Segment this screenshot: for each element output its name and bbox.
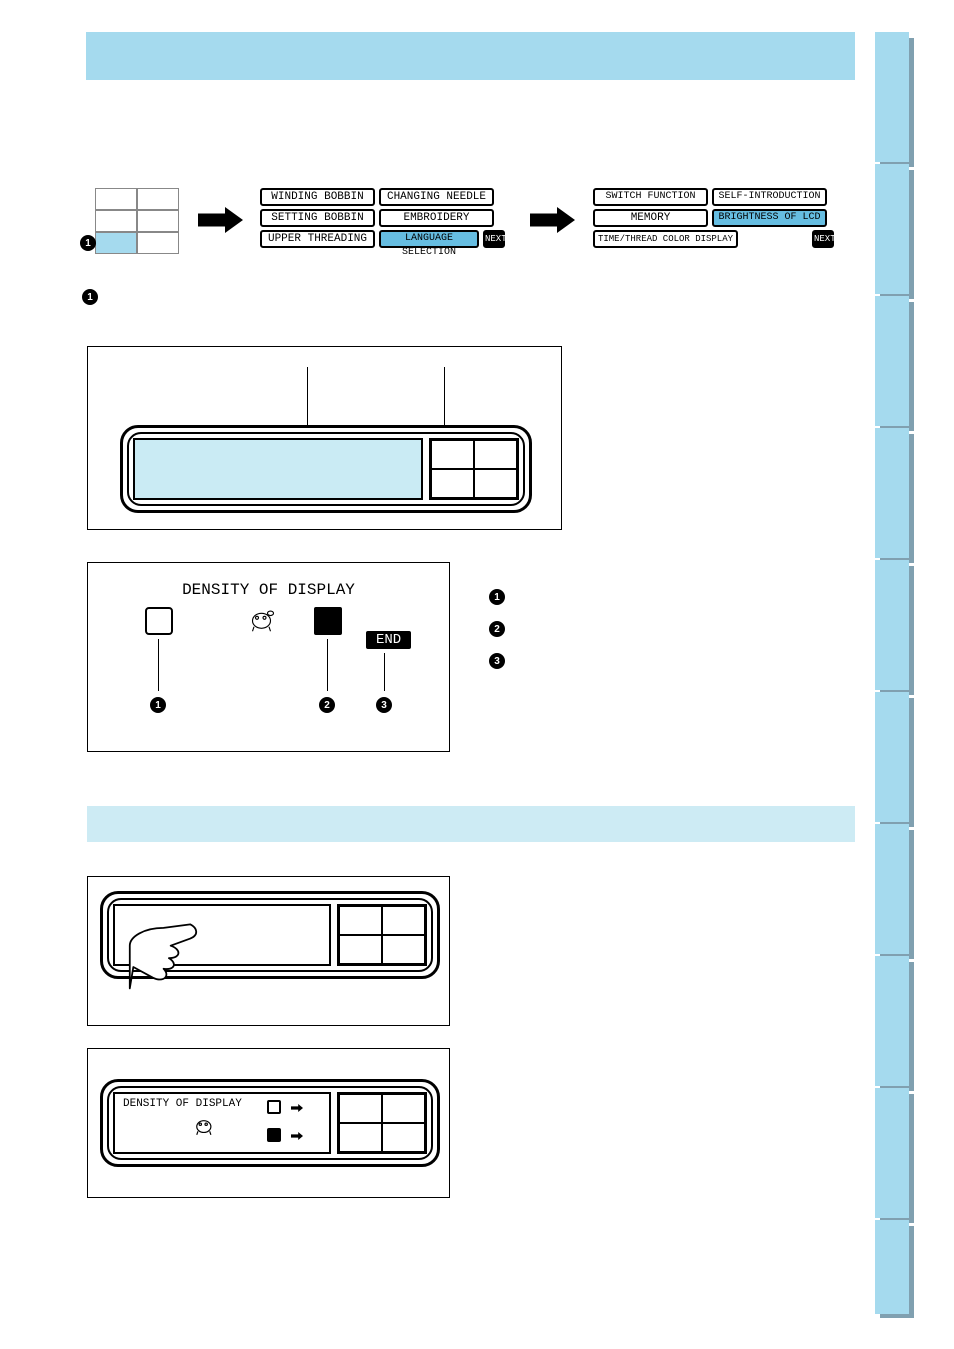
density-title-small: DENSITY OF DISPLAY: [123, 1098, 242, 1110]
menu-item[interactable]: SETTING BOBBIN: [260, 209, 375, 227]
note-bullet-1: 1: [82, 289, 98, 305]
menu-item-selected[interactable]: BRIGHTNESS OF LCD: [712, 209, 827, 227]
hippo-icon: [248, 607, 278, 633]
side-tab-2: [875, 164, 909, 294]
legend-bullet-1: 1: [489, 589, 505, 605]
menu-item[interactable]: MEMORY: [593, 209, 708, 227]
menu-item[interactable]: TIME/THREAD COLOR DISPLAY: [593, 230, 738, 248]
lcd-device: DENSITY OF DISPLAY: [100, 1079, 440, 1167]
brightness-increase-button[interactable]: [314, 607, 342, 635]
keypad-icon: [95, 188, 179, 256]
side-tab-7: [875, 824, 909, 954]
menu-panel-2: SWITCH FUNCTION SELF-INTRODUCTION MEMORY…: [593, 188, 843, 248]
side-tab-6: [875, 692, 909, 822]
legend-bullet-3: 3: [489, 653, 505, 669]
side-tab-9: [875, 1088, 909, 1218]
figure-panel-3: [87, 876, 450, 1026]
leader-line: [384, 653, 385, 691]
figure-panel-2: DENSITY OF DISPLAY END 1 2 3: [87, 562, 450, 752]
leader-line: [90, 243, 96, 244]
brightness-decrease-button[interactable]: [145, 607, 173, 635]
callout-bullet-3: 3: [376, 697, 392, 713]
menu-item[interactable]: UPPER THREADING: [260, 230, 375, 248]
side-tab-3: [875, 296, 909, 426]
brightness-decrease-button[interactable]: [267, 1100, 281, 1114]
leader-line: [327, 639, 328, 691]
arrow-icon: [530, 207, 575, 233]
finger-icon: [128, 919, 208, 989]
side-tab-8: [875, 956, 909, 1086]
lcd-device: [120, 425, 532, 513]
legend-bullet-2: 2: [489, 621, 505, 637]
hippo-icon: [193, 1116, 217, 1136]
side-tab-10: [875, 1220, 909, 1314]
lcd-screen[interactable]: [133, 438, 423, 500]
menu-item[interactable]: WINDING BOBBIN: [260, 188, 375, 206]
end-button[interactable]: END: [366, 631, 411, 649]
button-grid[interactable]: [337, 1092, 427, 1154]
arrow-icon: [291, 1104, 303, 1112]
side-tab-5: [875, 560, 909, 690]
menu-item[interactable]: SELF-INTRODUCTION: [712, 188, 827, 206]
menu-panel-1: WINDING BOBBIN CHANGING NEEDLE SETTING B…: [260, 188, 510, 248]
menu-item-selected[interactable]: LANGUAGE SELECTION: [379, 230, 479, 248]
arrow-icon: [291, 1132, 303, 1140]
next-button[interactable]: NEXT: [483, 230, 505, 248]
section-header-bar: [86, 32, 855, 80]
brightness-increase-button[interactable]: [267, 1128, 281, 1142]
menu-item[interactable]: CHANGING NEEDLE: [379, 188, 494, 206]
density-title: DENSITY OF DISPLAY: [182, 581, 355, 599]
side-tab-4: [875, 428, 909, 558]
side-tab-1: [875, 32, 909, 162]
next-button[interactable]: NEXT: [812, 230, 834, 248]
menu-item[interactable]: SWITCH FUNCTION: [593, 188, 708, 206]
figure-panel-4: DENSITY OF DISPLAY: [87, 1048, 450, 1198]
arrow-icon: [198, 207, 243, 233]
figure-panel-1: [87, 346, 562, 530]
callout-bullet-1: 1: [150, 697, 166, 713]
menu-item[interactable]: EMBROIDERY: [379, 209, 494, 227]
lcd-screen[interactable]: DENSITY OF DISPLAY: [113, 1092, 331, 1154]
callout-bullet-2: 2: [319, 697, 335, 713]
button-grid[interactable]: [429, 438, 519, 500]
leader-line: [158, 639, 159, 691]
subsection-header-bar: [87, 806, 855, 842]
button-grid[interactable]: [337, 904, 427, 966]
